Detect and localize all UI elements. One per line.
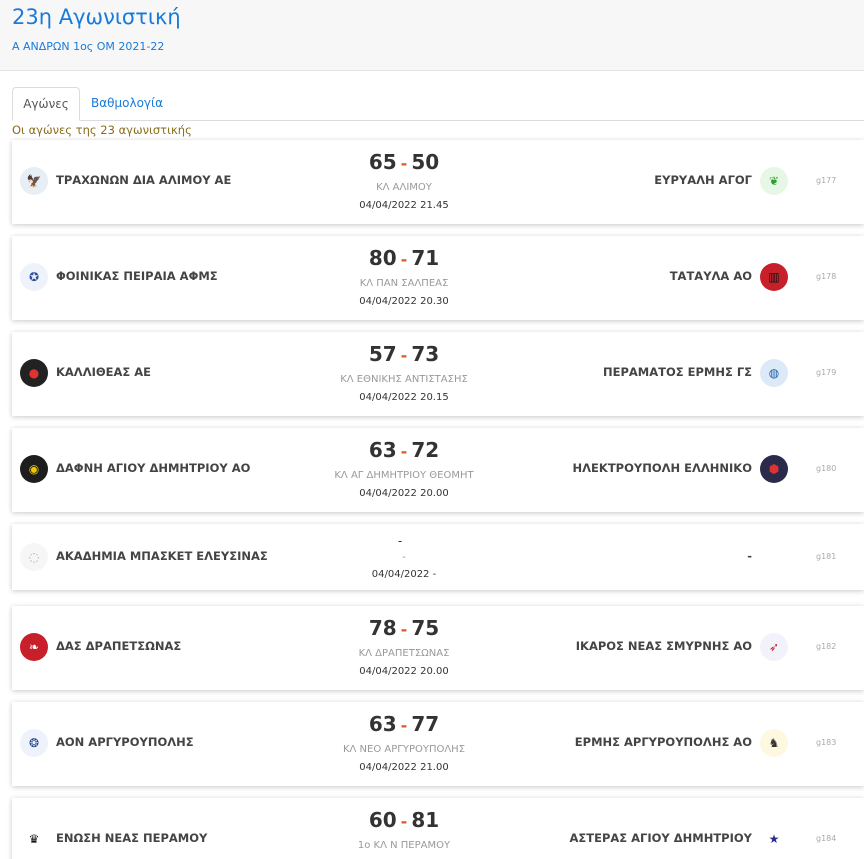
score-separator: - — [400, 250, 408, 269]
match-card[interactable]: 🦅 ΤΡΑΧΩΝΩΝ ΔΙΑ ΑΛΙΜΟΥ ΑΕ 65-50 ΚΛ ΑΛΙΜΟΥ 04/… — [12, 140, 864, 224]
match-code: g184 — [816, 834, 837, 843]
score-separator: - — [400, 812, 408, 831]
away-team-name[interactable]: ΙΚΑΡΟΣ ΝΕΑΣ ΣΜΥΡΝΗΣ ΑΟ — [576, 639, 752, 653]
away-score: 77 — [411, 712, 440, 736]
away-team-name[interactable]: ΑΣΤΕΡΑΣ ΑΓΙΟΥ ΔΗΜΗΤΡΙΟΥ — [569, 831, 752, 845]
match-card[interactable]: ✪ ΦΟΙΝΙΚΑΣ ΠΕΙΡΑΙΑ ΑΦΜΣ 80-71 ΚΛ ΠΑΝ ΣΑΛΠΕΑ… — [12, 236, 864, 320]
match-card[interactable]: ◉ ΔΑΦΝΗ ΑΓΙΟΥ ΔΗΜΗΤΡΙΟΥ ΑΟ 63-72 ΚΛ ΑΓ ΔΗΜΗ… — [12, 428, 864, 512]
match-card[interactable]: ◌ ΑΚΑΔΗΜΙΑ ΜΠΑΣΚΕΤ ΕΛΕΥΣΙΝΑΣ - - 04/04/2022 … — [12, 524, 864, 590]
home-score: - — [397, 534, 403, 548]
match-code: g183 — [816, 738, 837, 747]
home-team-logo[interactable]: ✪ — [20, 263, 48, 291]
home-team-name[interactable]: ΤΡΑΧΩΝΩΝ ΔΙΑ ΑΛΙΜΟΥ ΑΕ — [56, 173, 231, 187]
match-code: g180 — [816, 464, 837, 473]
match-card[interactable]: ❧ ΔΑΣ ΔΡΑΠΕΤΣΩΝΑΣ 78-75 ΚΛ ΔΡΑΠΕΤΣΩΝΑΣ 04/04… — [12, 606, 864, 690]
home-team-name[interactable]: ΑΚΑΔΗΜΙΑ ΜΠΑΣΚΕΤ ΕΛΕΥΣΙΝΑΣ — [56, 549, 268, 563]
score-separator: - — [400, 442, 408, 461]
home-team-logo[interactable]: ◉ — [20, 455, 48, 483]
match-card[interactable]: ● ΚΑΛΛΙΘΕΑΣ ΑΕ 57-73 ΚΛ ΕΘΝΙΚΗΣ ΑΝΤΙΣΤΑΣΗΣ 0… — [12, 332, 864, 416]
score-separator: - — [400, 346, 408, 365]
match-venue: ΚΛ ΠΑΝ ΣΑΛΠΕΑΣ — [359, 278, 449, 289]
away-score: 72 — [411, 438, 440, 462]
match-datetime: 04/04/2022 20.00 — [359, 488, 449, 499]
page-title: 23η Αγωνιστική — [12, 5, 181, 29]
round-caption: Οι αγώνες της 23 αγωνιστικής — [12, 123, 192, 137]
away-score: 73 — [411, 342, 440, 366]
home-score: 60 — [368, 808, 397, 832]
home-team-name[interactable]: ΕΝΩΣΗ ΝΕΑΣ ΠΕΡΑΜΟΥ — [56, 831, 207, 845]
match-code: g177 — [816, 176, 837, 185]
match-score[interactable]: 80-71 — [262, 246, 546, 270]
away-team-logo[interactable]: ◍ — [760, 359, 788, 387]
page-header: 23η Αγωνιστική Α ΑΝΔΡΩΝ 1ος ΟΜ 2021-22 — [0, 0, 864, 71]
home-team-logo[interactable]: ♛ — [20, 825, 48, 853]
away-team-logo[interactable]: ♞ — [760, 729, 788, 757]
competition-subtitle[interactable]: Α ΑΝΔΡΩΝ 1ος ΟΜ 2021-22 — [12, 40, 164, 53]
home-team-name[interactable]: ΑΟΝ ΑΡΓΥΡΟΥΠΟΛΗΣ — [56, 735, 194, 749]
match-code: g182 — [816, 642, 837, 651]
score-separator: - — [400, 620, 408, 639]
away-team-name[interactable]: ΤΑΤΑΥΛΑ ΑΟ — [670, 269, 752, 283]
away-score: 75 — [411, 616, 440, 640]
away-team-name[interactable]: ΗΛΕΚΤΡΟΥΠΟΛΗ ΕΛΛΗΝΙΚΟ — [573, 461, 752, 475]
match-venue: ΚΛ ΝΕΟ ΑΡΓΥΡΟΥΠΟΛΗΣ — [342, 744, 466, 755]
match-datetime: 04/04/2022 20.15 — [359, 392, 449, 403]
home-team-name[interactable]: ΔΑΦΝΗ ΑΓΙΟΥ ΔΗΜΗΤΡΙΟΥ ΑΟ — [56, 461, 250, 475]
home-team-logo[interactable]: ❂ — [20, 729, 48, 757]
home-score: 57 — [368, 342, 397, 366]
home-team-logo[interactable]: 🦅 — [20, 167, 48, 195]
away-score: 50 — [411, 150, 440, 174]
home-team-name[interactable]: ΚΑΛΛΙΘΕΑΣ ΑΕ — [56, 365, 151, 379]
home-team-name[interactable]: ΦΟΙΝΙΚΑΣ ΠΕΙΡΑΙΑ ΑΦΜΣ — [56, 269, 218, 283]
match-venue: ΚΛ ΑΛΙΜΟΥ — [376, 182, 432, 193]
match-score[interactable]: 63-77 — [262, 712, 546, 736]
home-score: 65 — [368, 150, 397, 174]
match-score[interactable]: 63-72 — [262, 438, 546, 462]
match-score[interactable]: 78-75 — [262, 616, 546, 640]
match-venue: ΚΛ ΔΡΑΠΕΤΣΩΝΑΣ — [358, 648, 450, 659]
home-team-name[interactable]: ΔΑΣ ΔΡΑΠΕΤΣΩΝΑΣ — [56, 639, 181, 653]
match-code: g178 — [816, 272, 837, 281]
match-datetime: 04/04/2022 - — [371, 569, 437, 580]
home-score: 80 — [368, 246, 397, 270]
away-score: 81 — [411, 808, 440, 832]
away-team-logo[interactable]: ❦ — [760, 167, 788, 195]
tab-matches[interactable]: Αγώνες — [12, 87, 80, 121]
match-code: g179 — [816, 368, 837, 377]
home-team-logo[interactable]: ◌ — [20, 543, 48, 571]
away-team-name[interactable]: ΕΥΡΥΑΛΗ ΑΓΟΓ — [654, 173, 752, 187]
match-datetime: 04/04/2022 20.00 — [359, 666, 449, 677]
home-score: 63 — [368, 438, 397, 462]
match-venue: - — [402, 552, 406, 563]
match-code: g181 — [816, 552, 837, 561]
away-team-logo[interactable]: ▥ — [760, 263, 788, 291]
match-score[interactable]: 65-50 — [262, 150, 546, 174]
home-team-logo[interactable]: ❧ — [20, 633, 48, 661]
away-team-name[interactable]: ΕΡΜΗΣ ΑΡΓΥΡΟΥΠΟΛΗΣ ΑΟ — [575, 735, 752, 749]
home-score: 63 — [368, 712, 397, 736]
away-team-logo[interactable]: ★ — [760, 825, 788, 853]
match-venue: 1ο ΚΛ Ν ΠΕΡΑΜΟΥ — [357, 840, 451, 851]
match-score[interactable]: 57-73 — [262, 342, 546, 366]
away-score: 71 — [411, 246, 440, 270]
away-team-logo[interactable]: ⬢ — [760, 455, 788, 483]
match-venue: ΚΛ ΕΘΝΙΚΗΣ ΑΝΤΙΣΤΑΣΗΣ — [340, 374, 468, 385]
match-score[interactable]: - — [262, 530, 546, 549]
match-score[interactable]: 60-81 — [262, 808, 546, 832]
tab-bar: Αγώνες Βαθμολογία — [12, 87, 864, 121]
match-card[interactable]: ♛ ΕΝΩΣΗ ΝΕΑΣ ΠΕΡΑΜΟΥ 60-81 1ο ΚΛ Ν ΠΕΡΑΜΟΥ Α… — [12, 798, 864, 859]
home-score: 78 — [368, 616, 397, 640]
match-datetime: 04/04/2022 21.00 — [359, 762, 449, 773]
tab-standings[interactable]: Βαθμολογία — [84, 87, 170, 121]
home-team-logo[interactable]: ● — [20, 359, 48, 387]
away-team-name[interactable]: - — [747, 549, 752, 563]
away-team-logo[interactable]: ➶ — [760, 633, 788, 661]
match-datetime: 04/04/2022 20.30 — [359, 296, 449, 307]
score-separator: - — [400, 154, 408, 173]
match-card[interactable]: ❂ ΑΟΝ ΑΡΓΥΡΟΥΠΟΛΗΣ 63-77 ΚΛ ΝΕΟ ΑΡΓΥΡΟΥΠΟΛΗ… — [12, 702, 864, 786]
match-datetime: 04/04/2022 21.45 — [359, 200, 449, 211]
match-venue: ΚΛ ΑΓ ΔΗΜΗΤΡΙΟΥ ΘΕΟΜΗΤ — [334, 470, 474, 481]
score-separator: - — [400, 716, 408, 735]
away-team-name[interactable]: ΠΕΡΑΜΑΤΟΣ ΕΡΜΗΣ ΓΣ — [603, 365, 752, 379]
